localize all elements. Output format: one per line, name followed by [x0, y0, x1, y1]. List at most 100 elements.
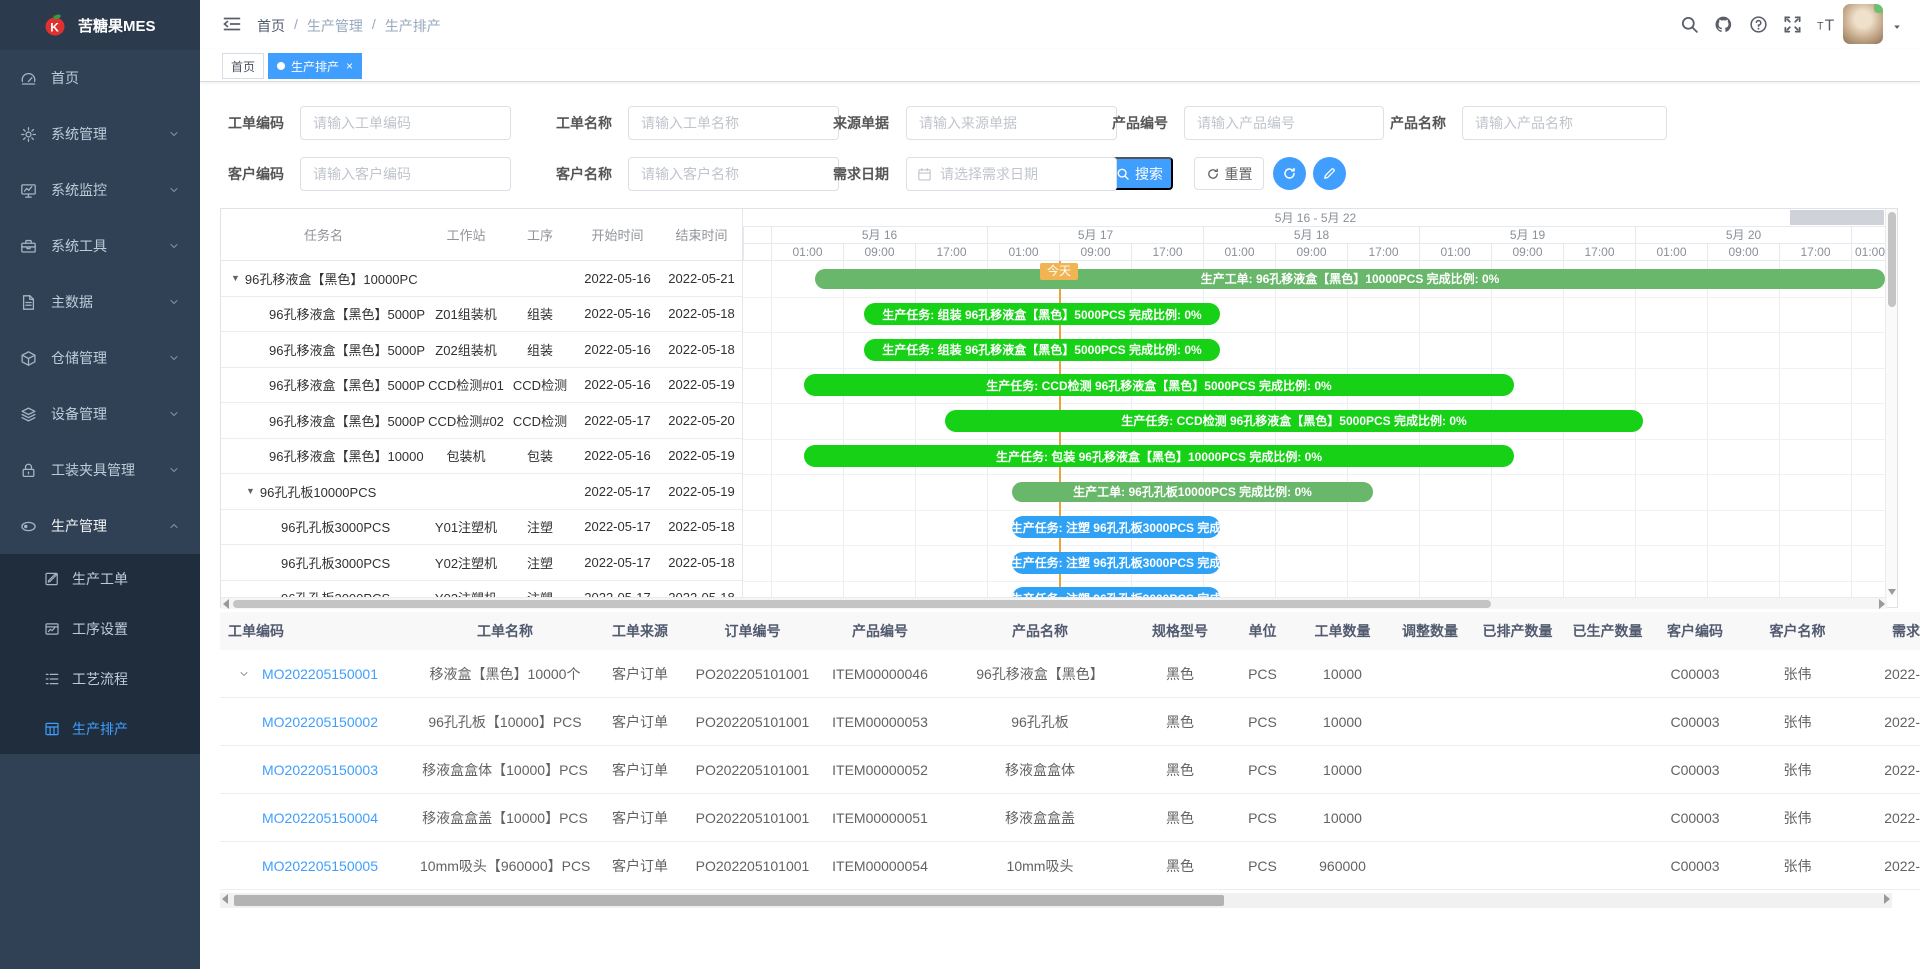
gantt-task-cell: CCD检测 [506, 411, 574, 430]
filter-row1-input-1[interactable] [628, 106, 839, 140]
table-col-10: 已排产数量 [1475, 621, 1560, 641]
gantt-task-row[interactable]: 96孔移液盒【黑色】10000包装机包装2022-05-162022-05-19 [221, 439, 742, 475]
filter-row1-input-3[interactable] [1184, 106, 1384, 140]
filter-row2-label-0: 客户编码 [228, 157, 284, 191]
gantt-task-row[interactable]: ▼96孔孔板10000PCS2022-05-172022-05-19 [221, 474, 742, 510]
caret-down-icon[interactable] [1892, 22, 1902, 32]
breadcrumb-scheduling[interactable]: 生产排产 [385, 16, 441, 36]
gantt-bar[interactable]: 生产任务: 注塑 96孔孔板3000PCS 完成 [1012, 587, 1220, 597]
reset-button[interactable]: 重置 [1194, 157, 1264, 190]
table-row[interactable]: MO20220515000510mm吸头【960000】PCS客户订单PO202… [220, 842, 1920, 890]
close-tab-icon[interactable]: × [346, 60, 353, 72]
question-icon[interactable] [1749, 15, 1768, 34]
sidebar-item-6[interactable]: 设备管理 [0, 386, 200, 442]
table-col-3: 订单编号 [690, 621, 815, 641]
gantt-task-row[interactable]: 96孔孔板3000PCSY03注塑机注塑2022-05-172022-05-18 [221, 581, 742, 598]
gantt-task-name: 96孔移液盒【黑色】5000P [221, 304, 426, 323]
gantt-bar[interactable]: 生产工单: 96孔移液盒【黑色】10000PCS 完成比例: 0% [815, 269, 1885, 289]
gantt-bar[interactable]: 生产工单: 96孔孔板10000PCS 完成比例: 0% [1012, 482, 1373, 502]
filter-row2-input-0[interactable] [300, 157, 511, 191]
sidebar-subitem-1[interactable]: 工序设置 [0, 604, 200, 654]
lock-icon [20, 462, 37, 479]
edit-schedule-button[interactable] [1313, 157, 1346, 190]
filter-row1-field-3[interactable] [1185, 107, 1383, 139]
table-cell: MO202205150002 [220, 714, 420, 730]
filter-row1-field-2[interactable] [907, 107, 1116, 139]
gantt-task-row[interactable]: 96孔移液盒【黑色】5000PZ02组装机组装2022-05-162022-05… [221, 332, 742, 368]
filter-row2-input-1[interactable] [628, 157, 839, 191]
gantt-bar[interactable]: 生产任务: 组装 96孔移液盒【黑色】5000PCS 完成比例: 0% [864, 339, 1220, 361]
gantt-task-row[interactable]: 96孔移液盒【黑色】5000PCCD检测#01CCD检测2022-05-1620… [221, 368, 742, 404]
table-row[interactable]: MO202205150001移液盒【黑色】10000个客户订单PO2022051… [220, 650, 1920, 698]
sidebar-item-5[interactable]: 仓储管理 [0, 330, 200, 386]
sidebar-item-3[interactable]: 系统工具 [0, 218, 200, 274]
gantt-horizontal-scrollbar[interactable] [221, 597, 1887, 609]
sidebar-item-1[interactable]: 系统管理 [0, 106, 200, 162]
gantt-vertical-scrollbar[interactable] [1885, 209, 1897, 597]
table-row[interactable]: MO202205150003移液盒盒体【10000】PCS客户订单PO20220… [220, 746, 1920, 794]
hamburger-icon[interactable] [222, 14, 242, 34]
timeline-tick-pre [743, 244, 771, 261]
filter-row2-field-2[interactable] [932, 158, 1116, 190]
timeline-day-4: 5月 20 [1635, 227, 1851, 244]
work-order-link[interactable]: MO202205150005 [262, 858, 378, 874]
timeline-tick: 09:00 [1059, 244, 1131, 261]
expand-chevron-icon[interactable] [238, 668, 250, 680]
table-cell: 2022-05-20 [1860, 762, 1920, 778]
filter-row1-field-4[interactable] [1463, 107, 1666, 139]
monitor-icon [20, 182, 37, 199]
breadcrumb-production[interactable]: 生产管理 [307, 16, 363, 36]
sidebar-item-7[interactable]: 工装夹具管理 [0, 442, 200, 498]
filter-row1-input-4[interactable] [1462, 106, 1667, 140]
sidebar-item-0[interactable]: 首页 [0, 50, 200, 106]
filter-row2-field-1[interactable] [629, 158, 838, 190]
gantt-task-row[interactable]: 96孔孔板3000PCSY02注塑机注塑2022-05-172022-05-18 [221, 545, 742, 581]
work-order-link[interactable]: MO202205150004 [262, 810, 378, 826]
collapse-triangle-icon[interactable]: ▼ [231, 273, 240, 283]
filter-row2-field-0[interactable] [301, 158, 510, 190]
table-cell: 张伟 [1735, 760, 1860, 780]
font-size-icon[interactable]: TT [1817, 15, 1836, 34]
gantt-task-row[interactable]: 96孔孔板3000PCSY01注塑机注塑2022-05-172022-05-18 [221, 510, 742, 546]
avatar[interactable] [1843, 4, 1883, 44]
tab-home[interactable]: 首页 [222, 53, 264, 79]
work-order-link[interactable]: MO202205150002 [262, 714, 378, 730]
refresh-gantt-button[interactable] [1273, 157, 1306, 190]
gantt-task-row[interactable]: 96孔移液盒【黑色】5000PZ01组装机组装2022-05-162022-05… [221, 297, 742, 333]
breadcrumb-home[interactable]: 首页 [257, 16, 285, 36]
filter-row1-field-0[interactable] [301, 107, 510, 139]
gantt-task-row[interactable]: ▼96孔移液盒【黑色】10000PC2022-05-162022-05-21 [221, 261, 742, 297]
collapse-triangle-icon[interactable]: ▼ [246, 486, 255, 496]
tab-production-scheduling[interactable]: 生产排产 × [268, 53, 362, 79]
sidebar-subitem-0[interactable]: 生产工单 [0, 554, 200, 604]
work-order-link[interactable]: MO202205150003 [262, 762, 378, 778]
grid-hline [743, 439, 1887, 440]
github-icon[interactable] [1714, 15, 1733, 34]
gantt-task-row[interactable]: 96孔移液盒【黑色】5000PCCD检测#02CCD检测2022-05-1720… [221, 403, 742, 439]
table-cell: MO202205150004 [220, 810, 420, 826]
sidebar-item-8[interactable]: 生产管理 [0, 498, 200, 554]
filter-row2-input-2[interactable] [906, 157, 1117, 191]
table-cell: ITEM00000051 [815, 810, 945, 826]
sidebar-subitem-3[interactable]: 生产排产 [0, 704, 200, 754]
sidebar-item-2[interactable]: 系统监控 [0, 162, 200, 218]
work-order-link[interactable]: MO202205150001 [262, 666, 378, 682]
table-row[interactable]: MO202205150004移液盒盒盖【10000】PCS客户订单PO20220… [220, 794, 1920, 842]
sidebar-item-4[interactable]: 主数据 [0, 274, 200, 330]
grid-vline [771, 261, 772, 597]
filter-row1-field-1[interactable] [629, 107, 838, 139]
table-horizontal-scrollbar[interactable] [220, 893, 1892, 908]
gantt-bar[interactable]: 生产任务: CCD检测 96孔移液盒【黑色】5000PCS 完成比例: 0% [804, 374, 1514, 396]
gantt-task-cell: 2022-05-16 [574, 377, 661, 392]
filter-row1-input-2[interactable] [906, 106, 1117, 140]
fullscreen-icon[interactable] [1783, 15, 1802, 34]
gantt-bar[interactable]: 生产任务: 组装 96孔移液盒【黑色】5000PCS 完成比例: 0% [864, 303, 1220, 325]
gantt-bar[interactable]: 生产任务: 包装 96孔移液盒【黑色】10000PCS 完成比例: 0% [804, 445, 1514, 467]
gantt-bar[interactable]: 生产任务: 注塑 96孔孔板3000PCS 完成 [1012, 516, 1220, 538]
sidebar-subitem-2[interactable]: 工艺流程 [0, 654, 200, 704]
search-icon[interactable] [1680, 15, 1699, 34]
gantt-bar[interactable]: 生产任务: 注塑 96孔孔板3000PCS 完成 [1012, 552, 1220, 574]
gantt-bar[interactable]: 生产任务: CCD检测 96孔移液盒【黑色】5000PCS 完成比例: 0% [945, 410, 1643, 432]
table-row[interactable]: MO20220515000296孔孔板【10000】PCS客户订单PO20220… [220, 698, 1920, 746]
filter-row1-input-0[interactable] [300, 106, 511, 140]
